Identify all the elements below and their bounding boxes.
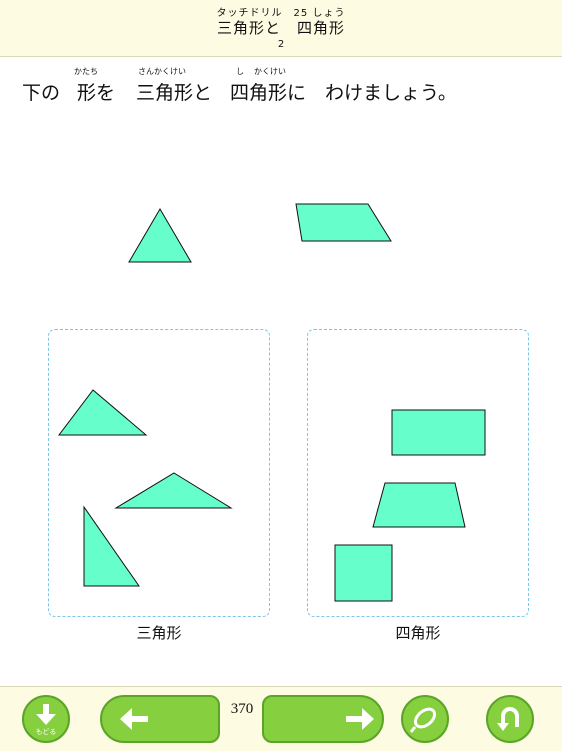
undo-icon: [497, 707, 519, 731]
parallelogram-shape[interactable]: [295, 203, 392, 242]
pen-loop-icon: [409, 707, 437, 733]
shapes-canvas: [57, 203, 486, 602]
left-arrow-icon: [120, 708, 148, 730]
pen-button[interactable]: [401, 695, 449, 743]
back-button[interactable]: もどる: [22, 695, 70, 743]
footer-bar: もどる 370: [0, 686, 562, 751]
triangle-shape[interactable]: [114, 472, 233, 509]
square-shape[interactable]: [334, 544, 393, 602]
prev-page-button[interactable]: [100, 695, 220, 743]
next-page-button[interactable]: [262, 695, 384, 743]
triangle-shape[interactable]: [57, 389, 148, 436]
right-arrow-icon: [346, 708, 374, 730]
triangle-shape[interactable]: [128, 208, 192, 263]
undo-button[interactable]: [486, 695, 534, 743]
rectangle-shape[interactable]: [391, 409, 486, 456]
right-triangle-shape[interactable]: [83, 505, 140, 587]
back-button-label: もどる: [35, 728, 57, 736]
trapezoid-shape[interactable]: [372, 482, 466, 528]
